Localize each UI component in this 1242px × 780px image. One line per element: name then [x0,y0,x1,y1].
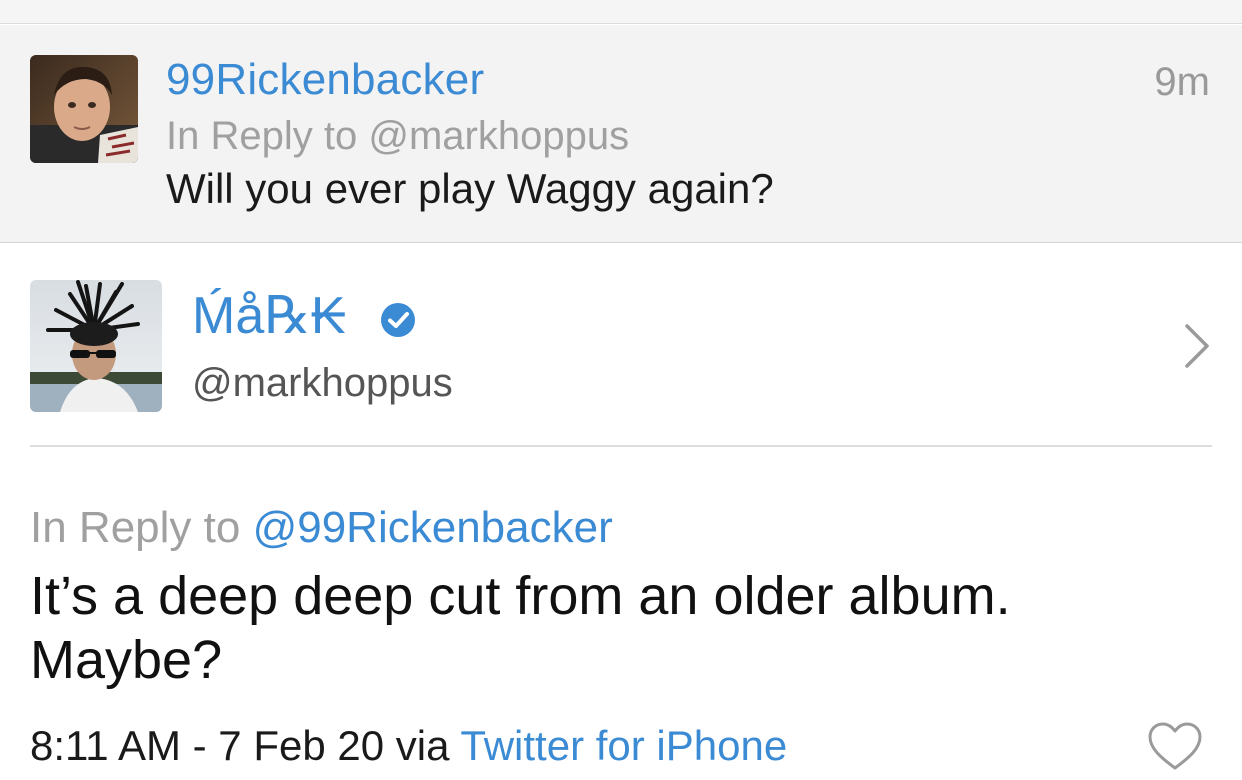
parent-tweet[interactable]: 99Rickenbacker 9m In Reply to @markhoppu… [0,25,1242,243]
tweet-detail-screen: 99Rickenbacker 9m In Reply to @markhoppu… [0,0,1242,780]
tweet-source-link[interactable]: Twitter for iPhone [460,722,787,769]
parent-timestamp: 9m [1154,60,1210,104]
author-display-name[interactable]: Ḿå℞₭ [192,286,346,346]
heart-icon[interactable] [1146,720,1204,772]
verified-badge-icon [381,303,415,337]
tweet-text: It’s a deep deep cut from an older album… [30,566,1011,690]
avatar[interactable] [30,280,162,412]
avatar[interactable] [30,55,138,163]
reply-prefix: In Reply to [30,503,241,552]
parent-tweet-text: Will you ever play Waggy again? [166,165,774,212]
top-strip [0,0,1242,24]
reply-prefix: In Reply to [166,114,358,158]
reply-handle: @markhoppus [368,114,630,158]
reply-mention-link[interactable]: @99Rickenbacker [253,503,613,552]
parent-reply-context: In Reply to @markhoppus [166,113,629,159]
chevron-right-icon[interactable] [1182,322,1212,370]
author-handle[interactable]: @markhoppus [192,360,453,406]
reply-context: In Reply to @99Rickenbacker [30,502,613,554]
tweet-meta: 8:11 AM - 7 Feb 20 via Twitter for iPhon… [30,718,787,774]
parent-username[interactable]: 99Rickenbacker [166,55,484,105]
tweet-timestamp: 8:11 AM - 7 Feb 20 via [30,722,450,769]
divider [30,445,1212,447]
